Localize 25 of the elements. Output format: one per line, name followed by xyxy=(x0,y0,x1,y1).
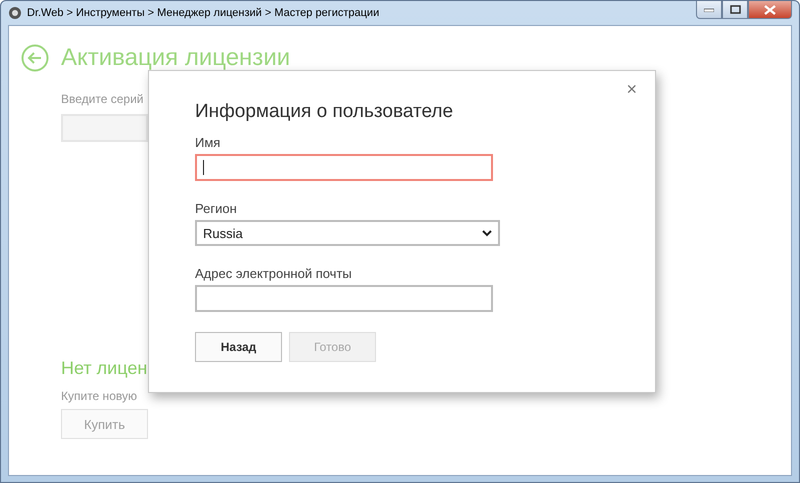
app-icon xyxy=(8,6,22,20)
close-icon xyxy=(764,4,776,14)
close-button[interactable] xyxy=(748,1,792,19)
buy-button[interactable]: Купить xyxy=(61,409,148,439)
maximize-icon xyxy=(730,5,740,14)
minimize-button[interactable] xyxy=(696,1,722,19)
close-button[interactable]: × xyxy=(622,79,641,100)
field-label: Адрес электронной почты xyxy=(195,266,353,282)
dialog-button[interactable]: Назад xyxy=(195,332,282,362)
input-field[interactable] xyxy=(195,154,493,181)
maximize-button[interactable] xyxy=(722,1,748,19)
page-title: Активация лицензии xyxy=(61,44,290,72)
serial-field[interactable] xyxy=(61,114,148,142)
field-label: Регион xyxy=(195,200,238,216)
input-field[interactable] xyxy=(195,285,493,312)
minimize-icon xyxy=(704,8,714,12)
buy-hint: Купите новую xyxy=(61,389,138,403)
dialog-title: Информация о пользователе xyxy=(195,101,454,123)
field-label: Имя xyxy=(195,135,222,150)
back-icon[interactable] xyxy=(21,44,49,72)
window-title: Dr.Web > Инструменты > Менеджер лицензий > Мастер регистрации xyxy=(27,7,380,19)
serial-label: Введите серий xyxy=(61,92,144,106)
no-license-heading: Нет лицен xyxy=(61,358,148,379)
chevron-down-icon xyxy=(482,230,492,236)
region-dropdown[interactable]: Russia xyxy=(195,220,500,246)
